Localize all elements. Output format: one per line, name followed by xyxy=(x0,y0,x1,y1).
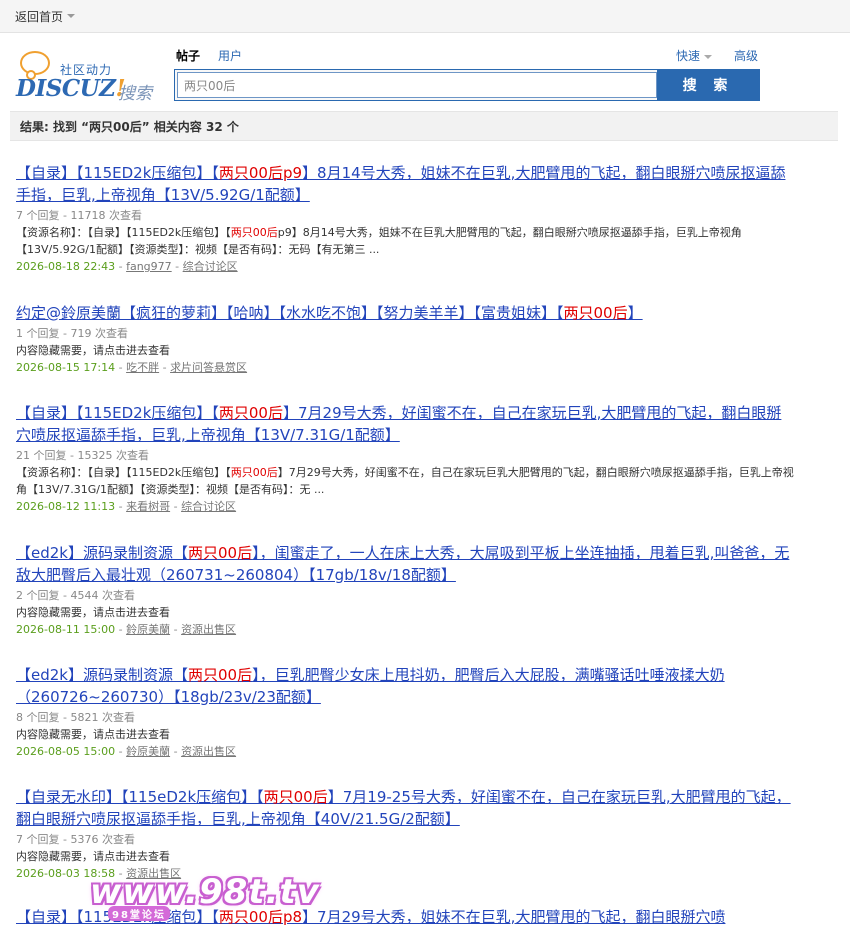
search-type-post[interactable]: 帖子 xyxy=(176,47,200,64)
forum-link[interactable]: 求片问答悬赏区 xyxy=(170,361,247,374)
summary-highlight: 两只00后 xyxy=(230,466,278,479)
author-link[interactable]: fang977 xyxy=(126,260,172,273)
result-meta: 21 个回复 - 15325 次查看 xyxy=(16,449,149,462)
quick-search-label: 快速 xyxy=(676,49,701,63)
result-foot: 2026-08-11 15:00 - 鈴原美蘭 - 资源出售区 xyxy=(16,623,237,636)
author-link[interactable]: 吃不胖 xyxy=(126,361,159,374)
result-meta: 1 个回复 - 719 次查看 xyxy=(16,327,128,340)
result-summary-text: 内容隐藏需要，请点击进去查看 xyxy=(16,344,170,357)
post-date: 2026-08-05 15:00 xyxy=(16,745,116,758)
speech-bubble-icon xyxy=(20,51,50,80)
result-title-link[interactable]: 【ed2k】源码录制资源【两只00后】，巨乳肥臀少女床上甩抖奶，肥臀后入大屁股，… xyxy=(16,664,796,708)
summary-highlight: 两只00后 xyxy=(230,226,278,239)
result-title-link[interactable]: 【ed2k】源码录制资源【两只00后】，闺蜜走了，一人在床上大秀，大屌吸到平板上… xyxy=(16,542,796,586)
result-meta: 2 个回复 - 4544 次查看 xyxy=(16,589,135,602)
title-highlight: 两只00后 xyxy=(263,788,328,806)
result-summary: 结果: 找到 “两只00后” 相关内容 32 个 xyxy=(10,111,838,141)
result-summary-text: 【资源名称】：【自录】【115ED2k压缩包】【两只00后】7月29号大秀，好闺… xyxy=(16,464,796,498)
result-summary-text: 【资源名称】：【自录】【115ED2k压缩包】【两只00后p9】8月14号大秀，… xyxy=(16,224,796,258)
logo-sub: 搜索 xyxy=(118,84,152,104)
result-item: 【自录】【115ED2k压缩包】【两只00后】7月29号大秀，好闺蜜不在，自己在… xyxy=(16,402,796,515)
result-foot: 2026-08-18 22:43 - fang977 - 综合讨论区 xyxy=(16,260,238,273)
back-home-link[interactable]: 返回首页 xyxy=(15,8,63,25)
title-text: 【自录无水印】【115eD2k压缩包】【 xyxy=(16,788,264,806)
advanced-search-link[interactable]: 高级 xyxy=(734,47,758,64)
result-title-link[interactable]: 约定@鈴原美蘭【疯狂的萝莉】【哈呐】【水水吃不饱】【努力美羊羊】【富贵姐妹】【两… xyxy=(16,302,796,324)
title-highlight: 两只00后 xyxy=(218,404,283,422)
result-foot: 2026-08-12 11:13 - 来看树哥 - 综合讨论区 xyxy=(16,500,237,513)
title-highlight: 两只00后 xyxy=(563,304,628,322)
search-box: 搜 索 xyxy=(174,69,760,101)
search-header: 社区动力 DISCUZ! 搜索 帖子 用户 快速 高级 搜 索 xyxy=(0,33,850,111)
result-item: 【自录】【115ED2k压缩包】【两只00后p9】8月14号大秀，姐妹不在巨乳,… xyxy=(16,162,796,275)
post-date: 2026-08-18 22:43 xyxy=(16,260,116,273)
result-title-link[interactable]: 【自录】【115ED2k压缩包】【两只00后】7月29号大秀，好闺蜜不在，自己在… xyxy=(16,402,796,446)
search-input[interactable] xyxy=(177,72,657,98)
top-bar: 返回首页 xyxy=(0,0,850,33)
chevron-down-icon[interactable] xyxy=(67,14,76,18)
result-meta: 8 个回复 - 5821 次查看 xyxy=(16,711,135,724)
result-item: 【自录无水印】【115eD2k压缩包】【两只00后】7月19-25号大秀，好闺蜜… xyxy=(16,786,796,882)
result-item: 【ed2k】源码录制资源【两只00后】，闺蜜走了，一人在床上大秀，大屌吸到平板上… xyxy=(16,542,796,638)
author-link[interactable]: 鈴原美蘭 xyxy=(126,623,170,636)
author-link[interactable]: 鈴原美蘭 xyxy=(126,745,170,758)
forum-link[interactable]: 资源出售区 xyxy=(181,623,236,636)
post-date: 2026-08-12 11:13 xyxy=(16,500,116,513)
result-foot: 2026-08-15 17:14 - 吃不胖 - 求片问答悬赏区 xyxy=(16,361,248,374)
title-text: 【ed2k】源码录制资源【 xyxy=(16,544,188,562)
logo-brand-main: DISCUZ xyxy=(16,75,116,102)
result-item: 约定@鈴原美蘭【疯狂的萝莉】【哈呐】【水水吃不饱】【努力美羊羊】【富贵姐妹】【两… xyxy=(16,302,796,376)
forum-link[interactable]: 资源出售区 xyxy=(181,745,236,758)
discuz-logo[interactable]: 社区动力 DISCUZ! 搜索 xyxy=(16,47,166,107)
chevron-down-icon xyxy=(704,54,713,59)
result-title-link[interactable]: 【自录无水印】【115eD2k压缩包】【两只00后】7月19-25号大秀，好闺蜜… xyxy=(16,786,796,830)
title-highlight: 两只00后p9 xyxy=(218,164,303,182)
result-summary-text: 内容隐藏需要，请点击进去查看 xyxy=(16,728,170,741)
result-title-link[interactable]: 【自录】【115ED2k压缩包】【两只00后p9】8月14号大秀，姐妹不在巨乳,… xyxy=(16,162,796,206)
logo-brand: DISCUZ! xyxy=(16,75,126,102)
result-meta: 7 个回复 - 5376 次查看 xyxy=(16,833,135,846)
post-date: 2026-08-15 17:14 xyxy=(16,361,116,374)
forum-link[interactable]: 综合讨论区 xyxy=(183,260,238,273)
author-link[interactable]: 来看树哥 xyxy=(126,500,170,513)
post-date: 2026-08-11 15:00 xyxy=(16,623,116,636)
result-foot: 2026-08-05 15:00 - 鈴原美蘭 - 资源出售区 xyxy=(16,745,237,758)
forum-link[interactable]: 综合讨论区 xyxy=(181,500,236,513)
result-summary-text: 内容隐藏需要，请点击进去查看 xyxy=(16,850,170,863)
title-text: 【自录】【115ED2k压缩包】【 xyxy=(16,164,219,182)
search-button[interactable]: 搜 索 xyxy=(657,70,759,100)
title-text: 】 xyxy=(627,304,643,322)
result-meta: 7 个回复 - 11718 次查看 xyxy=(16,209,142,222)
search-type-user[interactable]: 用户 xyxy=(218,47,242,64)
watermark-sub: 98堂论坛 xyxy=(108,906,170,921)
title-text: 】7月29号大秀，姐妹不在巨乳,大肥臂甩的飞起，翻白眼掰穴喷 xyxy=(302,908,726,926)
summary-text: 【资源名称】：【自录】【115ED2k压缩包】【 xyxy=(16,226,231,239)
result-item: 【ed2k】源码录制资源【两只00后】，巨乳肥臀少女床上甩抖奶，肥臀后入大屁股，… xyxy=(16,664,796,760)
result-summary-text: 内容隐藏需要，请点击进去查看 xyxy=(16,606,170,619)
summary-text: 【资源名称】：【自录】【115ED2k压缩包】【 xyxy=(16,466,231,479)
site-watermark: www.98t.tv 98堂论坛 xyxy=(90,872,320,921)
title-highlight: 两只00后 xyxy=(187,544,253,562)
quick-search-toggle[interactable]: 快速 xyxy=(676,47,713,64)
title-text: 【ed2k】源码录制资源【 xyxy=(16,666,188,684)
title-text: 约定@鈴原美蘭【疯狂的萝莉】【哈呐】【水水吃不饱】【努力美羊羊】【富贵姐妹】【 xyxy=(16,304,564,322)
title-highlight: 两只00后 xyxy=(187,666,253,684)
title-text: 【自录】【115ED2k压缩包】【 xyxy=(16,404,219,422)
